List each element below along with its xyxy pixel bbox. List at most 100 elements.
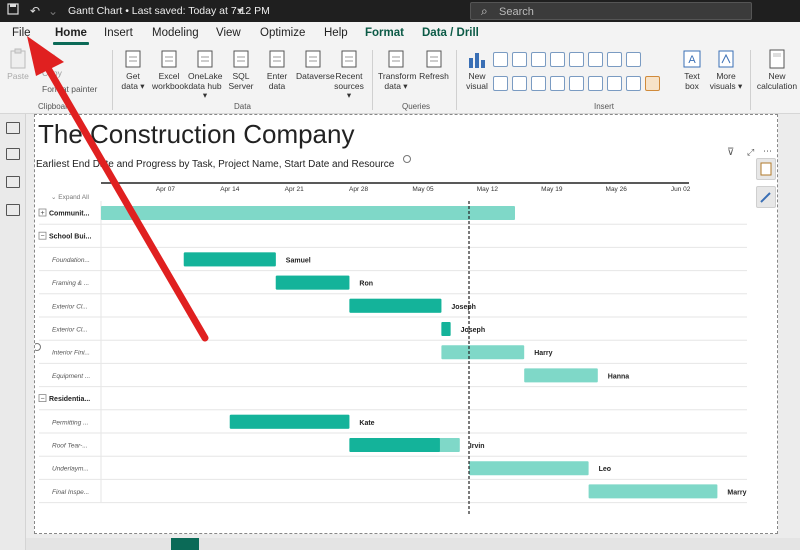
table-view-icon[interactable] bbox=[6, 148, 20, 160]
queries-group-label: Queries bbox=[402, 102, 431, 111]
line-chart-icon[interactable] bbox=[588, 52, 603, 67]
transform-button[interactable]: Transform data ▾ bbox=[378, 48, 416, 91]
cut-button[interactable]: Cut bbox=[42, 52, 55, 62]
gantt-visual-icon[interactable] bbox=[645, 76, 660, 91]
tab-optimize[interactable]: Optimize bbox=[260, 27, 305, 39]
date-tick-label: Jun 02 bbox=[671, 186, 691, 193]
tab-insert[interactable]: Insert bbox=[104, 27, 133, 39]
task-label: Foundation... bbox=[52, 257, 90, 264]
group-separator bbox=[750, 50, 751, 110]
more-visuals-line1: More bbox=[716, 71, 736, 81]
stacked-column-icon[interactable] bbox=[512, 52, 527, 67]
date-tick-label: Apr 28 bbox=[349, 186, 369, 193]
resource-label: Kate bbox=[359, 420, 374, 427]
task-label: Permitting ... bbox=[52, 419, 89, 426]
task-progress-bar bbox=[275, 275, 350, 290]
task-label: Framing & ... bbox=[52, 280, 89, 287]
date-tick-label: May 05 bbox=[412, 186, 434, 193]
tab-file[interactable]: File bbox=[12, 27, 31, 39]
card-icon[interactable] bbox=[588, 76, 603, 91]
onelake-button[interactable]: OneLake data hub ▾ bbox=[188, 48, 223, 101]
database-icon bbox=[125, 50, 141, 68]
task-progress-bar bbox=[183, 252, 276, 267]
ribbon-label: SQL bbox=[232, 71, 250, 81]
tab-data-drill[interactable]: Data / Drill bbox=[422, 27, 479, 39]
search-input[interactable]: ⌕ Search bbox=[470, 2, 752, 20]
ribbon-label: data bbox=[268, 80, 286, 91]
ribbon-label: Get bbox=[126, 71, 140, 81]
ribbon-label: Recent bbox=[335, 71, 363, 81]
gauge-icon[interactable] bbox=[569, 76, 584, 91]
more-visuals-icon bbox=[718, 50, 734, 68]
date-tick-label: May 19 bbox=[541, 186, 563, 193]
tab-modeling[interactable]: Modeling bbox=[152, 27, 199, 39]
redo-icon[interactable]: ⌄ bbox=[45, 3, 61, 19]
date-tick-label: May 26 bbox=[606, 186, 628, 193]
clustered-bar-icon[interactable] bbox=[531, 52, 546, 67]
task-bar bbox=[469, 461, 589, 476]
copy-button[interactable]: Copy bbox=[42, 68, 62, 78]
dataverse-button[interactable]: Dataverse bbox=[296, 48, 335, 82]
task-progress-bar bbox=[349, 298, 442, 313]
area-chart-icon[interactable] bbox=[607, 52, 622, 67]
more-visuals-button[interactable]: More visuals ▾ bbox=[708, 48, 744, 91]
search-icon: ⌕ bbox=[481, 4, 488, 18]
new-calc-line2: calculation bbox=[756, 80, 798, 91]
tab-format[interactable]: Format bbox=[365, 27, 404, 39]
paste-label: Paste bbox=[7, 71, 29, 81]
add-page-button[interactable] bbox=[171, 538, 199, 550]
donut-chart-icon[interactable] bbox=[512, 76, 527, 91]
sql-server-button[interactable]: SQL Server bbox=[224, 48, 258, 91]
pie-chart-icon[interactable] bbox=[493, 76, 508, 91]
text-box-button[interactable]: A Text box bbox=[680, 48, 704, 91]
title-dropdown-icon[interactable]: ▼ bbox=[232, 3, 248, 19]
new-calculation-button[interactable]: New calculation bbox=[754, 48, 800, 91]
recent-sources-button[interactable]: Recent sources ▾ bbox=[332, 48, 366, 101]
project-label: Residentia... bbox=[49, 396, 90, 403]
stacked-bar-100-icon[interactable] bbox=[569, 52, 584, 67]
table-visual-icon[interactable] bbox=[607, 76, 622, 91]
ribbon-label: Refresh bbox=[419, 71, 449, 81]
treemap-icon[interactable] bbox=[531, 76, 546, 91]
ribbon-label: data hub ▾ bbox=[188, 80, 222, 100]
format-painter-button[interactable]: Format painter bbox=[42, 84, 97, 94]
clustered-column-icon[interactable] bbox=[550, 52, 565, 67]
undo-icon[interactable]: ↶ bbox=[27, 3, 43, 19]
report-view-icon[interactable] bbox=[6, 122, 20, 134]
resource-label: Joseph bbox=[461, 327, 486, 334]
filters-pane-button[interactable] bbox=[756, 158, 776, 180]
dax-query-view-icon[interactable] bbox=[6, 204, 20, 216]
database-button[interactable]: Get data ▾ bbox=[116, 48, 150, 91]
map-icon[interactable] bbox=[550, 76, 565, 91]
task-progress-bar bbox=[229, 414, 350, 429]
matrix-visual-icon[interactable] bbox=[626, 76, 641, 91]
date-tick-label: Apr 21 bbox=[285, 186, 305, 193]
gantt-chart[interactable]: Apr 07 Apr 14 Apr 21 Apr 28 May 05 May 12 May … bbox=[35, 115, 779, 535]
new-visual-button[interactable]: New visual bbox=[462, 48, 492, 91]
ribbon-label: Dataverse bbox=[296, 71, 335, 81]
table-button[interactable]: Enter data bbox=[260, 48, 294, 91]
excel-button[interactable]: Excel workbook bbox=[152, 48, 188, 91]
tab-home[interactable]: Home bbox=[53, 27, 89, 45]
data-group-label: Data bbox=[234, 102, 251, 111]
insert-group-label: Insert bbox=[594, 102, 615, 111]
sql-server-icon bbox=[233, 50, 249, 68]
model-view-icon[interactable] bbox=[6, 176, 20, 188]
format-pane-button[interactable] bbox=[756, 186, 776, 208]
task-progress-bar bbox=[441, 322, 451, 336]
ribbon-chart-icon[interactable] bbox=[626, 52, 641, 67]
title-bar: ↶ ⌄ Gantt Chart • Last saved: Today at 7… bbox=[0, 0, 800, 22]
date-tick-label: Apr 14 bbox=[220, 186, 240, 193]
transform-icon bbox=[388, 50, 404, 68]
tab-help[interactable]: Help bbox=[324, 27, 348, 39]
toggle-glyph: + bbox=[40, 210, 44, 217]
save-icon[interactable] bbox=[5, 3, 21, 19]
refresh-button[interactable]: Refresh bbox=[416, 48, 452, 82]
search-placeholder: Search bbox=[499, 6, 534, 18]
stacked-bar-icon[interactable] bbox=[493, 52, 508, 67]
ribbon-label: Server bbox=[228, 80, 254, 91]
paste-button[interactable]: Paste bbox=[4, 48, 32, 82]
report-canvas: The Construction Company Earliest End Da… bbox=[26, 114, 800, 550]
tab-view[interactable]: View bbox=[216, 27, 241, 39]
task-bar bbox=[441, 345, 525, 360]
